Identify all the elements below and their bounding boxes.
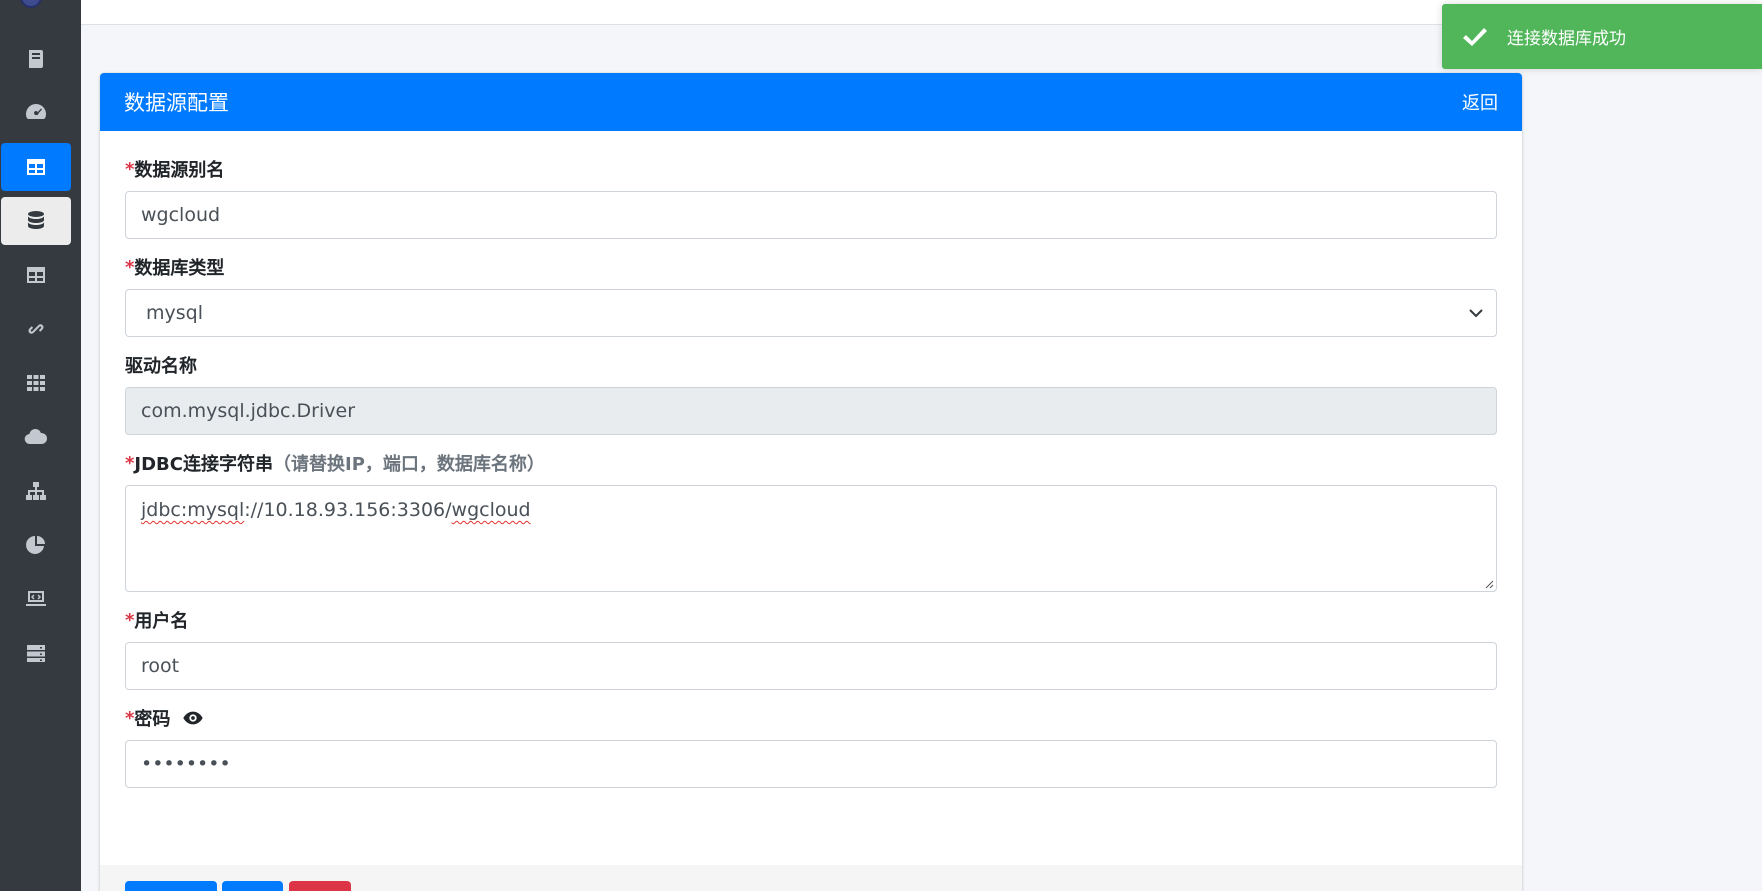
- required-mark: *: [125, 452, 135, 474]
- alias-label-text: 数据源别名: [134, 160, 225, 181]
- sidebar-item-table-active[interactable]: [1, 143, 71, 191]
- book-icon: [29, 50, 43, 68]
- sidebar-item-database[interactable]: [1, 197, 71, 245]
- username-input[interactable]: root: [125, 642, 1497, 690]
- dashboard-gauge-icon: [25, 103, 47, 119]
- sidebar-item-code[interactable]: [1, 575, 71, 623]
- sitemap-icon: [26, 482, 46, 500]
- link-icon: [28, 324, 44, 334]
- jdbc-label-text: JDBC连接字符串: [134, 454, 273, 475]
- test-connection-button[interactable]: [125, 881, 217, 891]
- driver-label: 驱动名称: [125, 351, 1497, 379]
- save-button[interactable]: [222, 881, 283, 891]
- jdbc-textarea[interactable]: jdbc:mysql://10.18.93.156:3306/wgcloud: [125, 485, 1497, 592]
- success-toast: 连接数据库成功: [1442, 4, 1762, 69]
- page-title: 数据源配置: [124, 91, 229, 115]
- required-mark: *: [125, 158, 135, 180]
- driver-input: com.mysql.jdbc.Driver: [125, 387, 1497, 435]
- jdbc-hint: （请替换IP，端口，数据库名称）: [273, 454, 545, 475]
- pie-chart-icon: [26, 536, 45, 554]
- required-mark: *: [125, 707, 135, 729]
- table-icon: [27, 267, 45, 283]
- db-type-value: mysql: [146, 302, 203, 324]
- driver-label-text: 驱动名称: [125, 356, 197, 377]
- alias-value: wgcloud: [141, 204, 221, 226]
- alias-input[interactable]: wgcloud: [125, 191, 1497, 239]
- sidebar-item-table[interactable]: [1, 251, 71, 299]
- toast-message: 连接数据库成功: [1507, 29, 1626, 49]
- server-icon: [27, 645, 45, 662]
- jdbc-value-prefix: jdbc:mysql: [141, 499, 245, 521]
- password-label-text: 密码: [134, 709, 171, 730]
- db-type-label-text: 数据库类型: [134, 258, 225, 279]
- driver-value: com.mysql.jdbc.Driver: [141, 400, 356, 422]
- card-body: * 数据源别名 wgcloud * 数据库类型 mysql 驱动名称 com.m…: [100, 131, 1522, 788]
- grid-icon: [27, 375, 45, 391]
- db-type-label: * 数据库类型: [125, 253, 1497, 281]
- password-label: * 密码: [125, 704, 1497, 732]
- db-type-group: * 数据库类型 mysql: [125, 253, 1497, 337]
- password-value: ••••••••: [141, 753, 231, 775]
- sidebar-item-book[interactable]: [1, 35, 71, 83]
- sidebar-item-report[interactable]: [1, 521, 71, 569]
- required-mark: *: [125, 256, 135, 278]
- username-value: root: [141, 655, 180, 677]
- checkmark-icon: [1463, 27, 1487, 46]
- delete-button[interactable]: [289, 881, 351, 891]
- sidebar-item-apps[interactable]: [1, 359, 71, 407]
- jdbc-group: * JDBC连接字符串 （请替换IP，端口，数据库名称） jdbc:mysql:…: [125, 449, 1497, 592]
- username-label-text: 用户名: [134, 611, 189, 632]
- card-footer: [100, 865, 1522, 891]
- alias-group: * 数据源别名 wgcloud: [125, 155, 1497, 239]
- sidebar-item-network[interactable]: [1, 467, 71, 515]
- cloud-icon: [24, 428, 48, 445]
- sidebar-item-cloud[interactable]: [1, 413, 71, 461]
- laptop-code-icon: [26, 591, 46, 606]
- sidebar-item-dashboard[interactable]: [1, 89, 71, 137]
- datasource-config-card: 数据源配置 返回 * 数据源别名 wgcloud * 数据库类型 mysql 驱…: [100, 73, 1522, 891]
- jdbc-label: * JDBC连接字符串 （请替换IP，端口，数据库名称）: [125, 449, 1497, 477]
- chevron-down-icon: [1469, 309, 1483, 318]
- alias-label: * 数据源别名: [125, 155, 1497, 183]
- sidebar-item-server[interactable]: [1, 629, 71, 677]
- username-group: * 用户名 root: [125, 606, 1497, 690]
- jdbc-value-middle: ://10.18.93.156:3306/: [244, 499, 452, 521]
- table-icon: [27, 159, 45, 175]
- back-link[interactable]: 返回: [1462, 89, 1498, 115]
- jdbc-value-suffix: wgcloud: [451, 499, 531, 521]
- card-header: 数据源配置 返回: [100, 73, 1522, 131]
- jdbc-value: jdbc:mysql://10.18.93.156:3306/wgcloud: [141, 499, 531, 521]
- username-label: * 用户名: [125, 606, 1497, 634]
- sidebar: [0, 0, 81, 891]
- brand-logo[interactable]: [20, 0, 42, 8]
- eye-icon[interactable]: [182, 707, 204, 729]
- database-icon: [28, 211, 44, 229]
- sidebar-item-link[interactable]: [1, 305, 71, 353]
- required-mark: *: [125, 609, 135, 631]
- password-input[interactable]: ••••••••: [125, 740, 1497, 788]
- password-group: * 密码 ••••••••: [125, 704, 1497, 788]
- resize-handle-icon[interactable]: [1484, 579, 1494, 589]
- driver-group: 驱动名称 com.mysql.jdbc.Driver: [125, 351, 1497, 435]
- db-type-select[interactable]: mysql: [125, 289, 1497, 337]
